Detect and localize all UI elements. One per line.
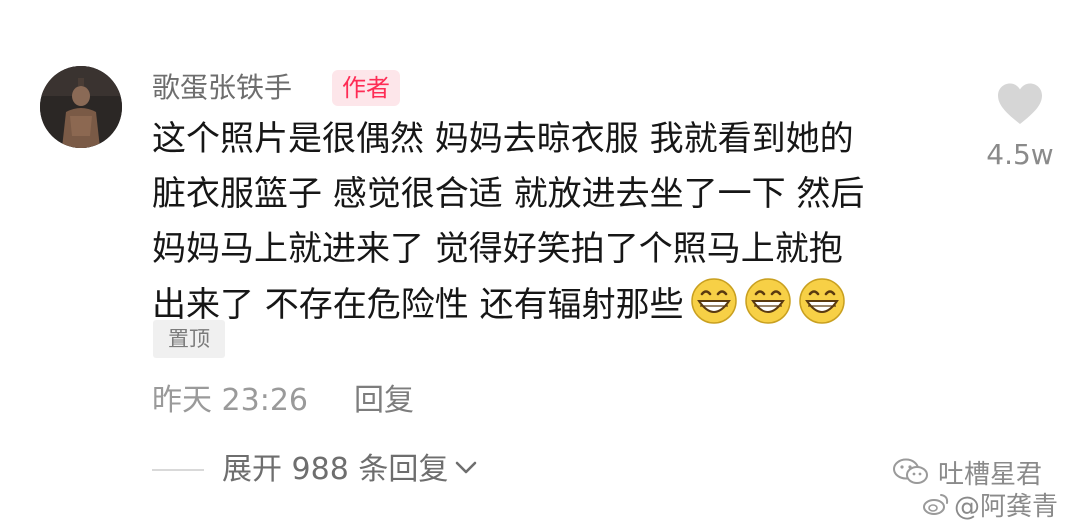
comment-text-line: 这个照片是很偶然 妈妈去晾衣服 我就看到她的: [152, 119, 854, 159]
pinned-tag: 置顶: [153, 320, 225, 358]
grinning-face-icon: [744, 278, 791, 324]
watermark-row-weibo: @阿龚青: [922, 489, 1058, 522]
heart-icon: [998, 83, 1042, 124]
chevron-down-icon: [456, 461, 477, 474]
weibo-icon: [923, 494, 949, 515]
replies-divider: [152, 469, 204, 471]
author-badge: 作者: [332, 70, 400, 106]
comment-timestamp: 昨天 23:26: [152, 383, 308, 418]
comment-text-line-last: 出来了 不存在危险性 还有辐射那些: [152, 277, 952, 332]
watermark-line2: @阿龚青: [954, 491, 1059, 522]
like-button[interactable]: 4.5w: [980, 82, 1060, 171]
comment-text-line-text: 出来了 不存在危险性 还有辐射那些: [152, 285, 684, 325]
user-avatar[interactable]: [40, 66, 122, 148]
expand-replies-button[interactable]: 展开 988 条回复: [222, 450, 478, 490]
wechat-icon: [893, 458, 928, 484]
grinning-face-icon: [798, 278, 845, 324]
reply-button[interactable]: 回复: [354, 380, 414, 422]
watermark: 吐槽星君 @阿龚青: [892, 455, 1077, 522]
comment-username[interactable]: 歌蛋张铁手: [152, 68, 292, 108]
like-count: 4.5w: [986, 138, 1054, 171]
comment-text: 这个照片是很偶然 妈妈去晾衣服 我就看到她的 脏衣服篮子 感觉很合适 就放进去坐…: [152, 112, 952, 332]
watermark-row-wechat: 吐槽星君: [892, 455, 1042, 490]
comment-text-line: 妈妈马上就进来了 觉得好笑拍了个照马上就抱: [152, 229, 843, 269]
comment-text-line: 脏衣服篮子 感觉很合适 就放进去坐了一下 然后: [152, 174, 865, 214]
avatar-photo: [40, 66, 122, 148]
grinning-face-icon: [690, 278, 737, 324]
expand-replies-label: 展开 988 条回复: [222, 452, 449, 487]
